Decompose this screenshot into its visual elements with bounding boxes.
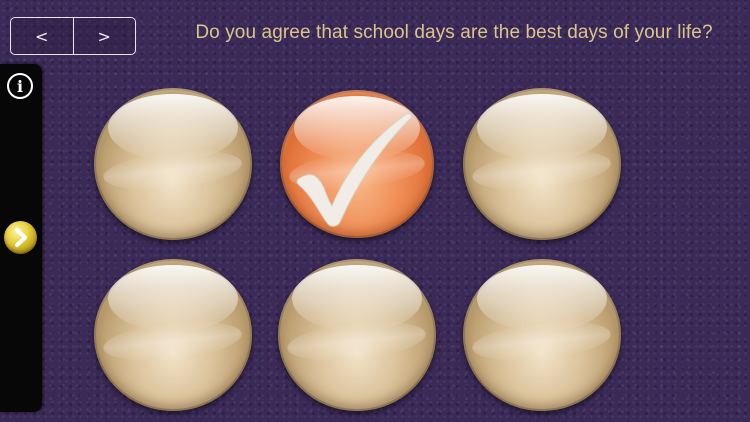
answer-orb-1[interactable] <box>94 88 252 240</box>
question-navigation: < > <box>10 17 136 55</box>
checkmark-icon <box>296 112 412 227</box>
question-text: Do you agree that school days are the be… <box>195 22 713 43</box>
orb-rim <box>278 259 436 411</box>
answer-orb-6[interactable] <box>463 259 621 411</box>
chevron-right-icon <box>15 228 27 247</box>
answer-orb-2-selected[interactable] <box>280 90 434 238</box>
answer-orb-5[interactable] <box>278 259 436 411</box>
info-icon: i <box>16 76 24 96</box>
expand-panel-button[interactable] <box>4 221 37 254</box>
answer-orb-3[interactable] <box>463 88 621 240</box>
side-panel: i <box>0 64 42 412</box>
orb-rim <box>463 259 621 411</box>
orb-rim <box>94 88 252 240</box>
next-question-button[interactable]: > <box>72 18 136 54</box>
info-button[interactable]: i <box>7 73 33 99</box>
answer-orb-4[interactable] <box>94 259 252 411</box>
orb-rim <box>463 88 621 240</box>
orb-rim <box>94 259 252 411</box>
previous-question-button[interactable]: < <box>11 18 73 54</box>
